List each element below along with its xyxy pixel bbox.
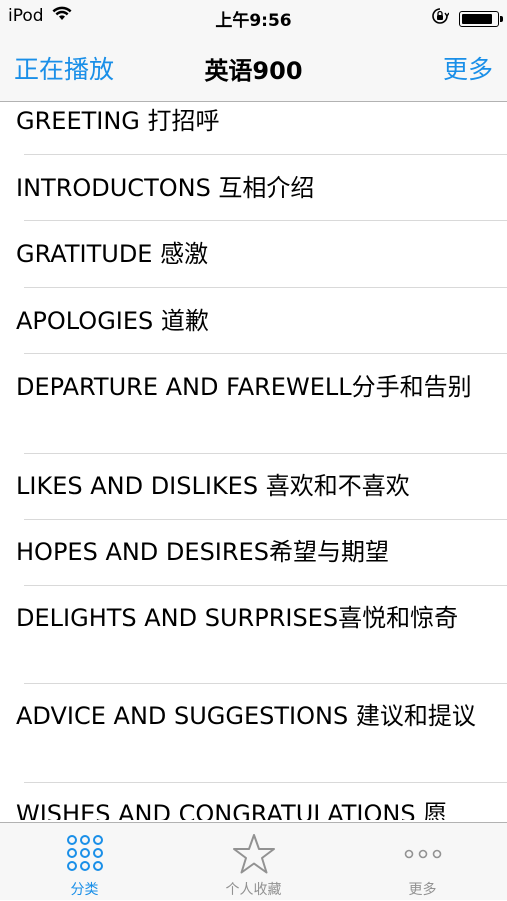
star-icon <box>232 833 276 879</box>
tab-favorites[interactable]: 个人收藏 <box>169 823 338 901</box>
row-separator <box>24 353 507 354</box>
row-separator <box>24 220 507 221</box>
row-separator <box>24 154 507 155</box>
status-right <box>431 7 503 30</box>
list-item[interactable]: DEPARTURE AND FAREWELL分手和告别 <box>16 371 507 403</box>
tab-label: 个人收藏 <box>225 882 282 898</box>
row-separator <box>24 519 507 520</box>
battery-icon <box>459 10 503 27</box>
list-item[interactable]: ADVICE AND SUGGESTIONS 建议和提议 <box>16 700 507 732</box>
battery-nub <box>500 15 503 22</box>
page-title: 英语900 <box>204 57 303 85</box>
tab-categories[interactable]: 分类 <box>0 823 169 901</box>
row-separator <box>24 287 507 288</box>
tab-label: 更多 <box>408 882 437 898</box>
list-item[interactable]: INTRODUCTONS 互相介绍 <box>16 172 507 204</box>
battery-fill <box>462 13 492 24</box>
status-bar: iPod 上午9:56 <box>0 0 507 34</box>
list-item[interactable]: HOPES AND DESIRES希望与期望 <box>16 536 507 568</box>
more-dots-icon <box>403 845 443 864</box>
list-item[interactable]: APOLOGIES 道歉 <box>16 305 507 337</box>
row-separator <box>24 453 507 454</box>
row-separator <box>24 585 507 586</box>
list-item[interactable]: GRATITUDE 感激 <box>16 238 507 270</box>
navigation-bar: 正在播放 英语900 更多 <box>0 34 507 102</box>
row-separator <box>24 683 507 684</box>
grid-dots-icon <box>65 833 105 877</box>
list-item[interactable]: LIKES AND DISLIKES 喜欢和不喜欢 <box>16 470 507 502</box>
tab-bar: 分类 个人收藏 更多 <box>0 822 507 900</box>
list-item[interactable]: DELIGHTS AND SURPRISES喜悦和惊奇 <box>16 602 507 634</box>
tab-label: 分类 <box>70 882 99 898</box>
list-item[interactable]: WISHES AND CONGRATULATIONS 愿 <box>16 798 507 820</box>
list-item[interactable]: GREETING 打招呼 <box>16 105 507 137</box>
rotation-lock-icon <box>431 7 450 30</box>
tab-more[interactable]: 更多 <box>338 823 507 901</box>
row-separator <box>24 782 507 783</box>
more-button[interactable]: 更多 <box>443 50 493 86</box>
category-list[interactable]: GREETING 打招呼 INTRODUCTONS 互相介绍 GRATITUDE… <box>0 102 507 820</box>
